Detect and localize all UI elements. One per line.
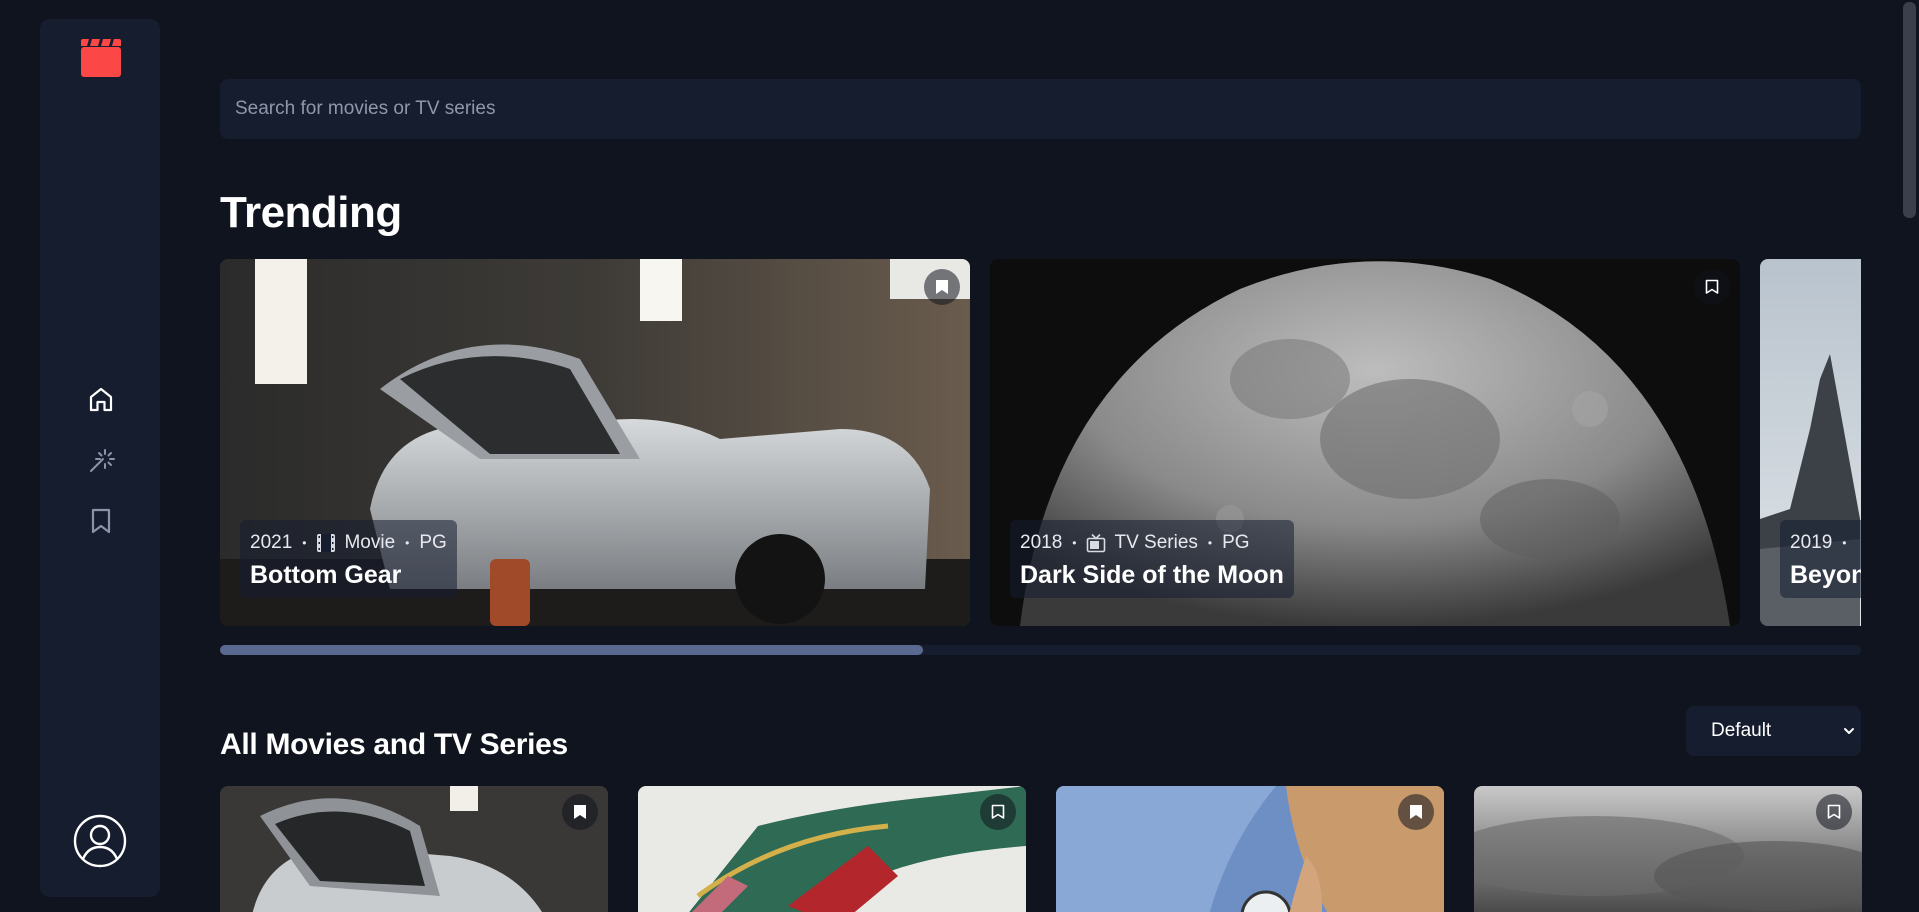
trending-card-meta: 2019 • (1790, 530, 1861, 556)
page-scrollbar-thumb[interactable] (1903, 2, 1916, 218)
all-media-heading: All Movies and TV Series (220, 728, 568, 761)
meta-separator: • (1207, 536, 1213, 550)
trending-card-info: 2018 • TV Series • PG Dark Side of the M… (1010, 520, 1294, 598)
sort-selected-value: Default (1711, 720, 1772, 741)
media-card[interactable] (220, 786, 608, 912)
meta-separator: • (1842, 536, 1847, 550)
bookmark-icon (91, 508, 111, 534)
magic-wand-icon (90, 449, 115, 472)
trending-scrollbar-thumb[interactable] (220, 645, 923, 655)
poster-image (638, 786, 1026, 912)
trending-card-meta: 2018 • TV Series • PG (1020, 530, 1284, 556)
trending-card-info: 2019 • Beyond Earth (1780, 520, 1861, 598)
sidebar-item-discover[interactable] (86, 445, 116, 475)
rating-label: PG (1222, 532, 1250, 553)
media-card[interactable] (638, 786, 1026, 912)
trending-card[interactable]: 2021 • Movie • PG Bottom Gear (220, 259, 970, 626)
search-input[interactable] (220, 79, 1861, 139)
trending-scrollbar[interactable] (220, 645, 1861, 655)
bookmark-toggle[interactable] (1398, 794, 1434, 830)
bookmark-filled-icon (1410, 805, 1422, 819)
poster-image (1056, 786, 1444, 912)
trending-card[interactable]: 2019 • Beyond Earth (1760, 259, 1861, 626)
meta-separator: • (1072, 536, 1077, 550)
poster-image (1474, 786, 1862, 912)
sidebar-item-home[interactable] (86, 384, 116, 414)
trending-carousel[interactable]: 2021 • Movie • PG Bottom Gear 2018 • TV … (220, 259, 1861, 626)
bookmark-toggle[interactable] (562, 794, 598, 830)
sort-select[interactable]: Default (1686, 706, 1861, 756)
page-scrollbar[interactable] (1900, 0, 1919, 912)
sidebar (40, 19, 160, 897)
trending-card-title: Dark Side of the Moon (1020, 561, 1284, 589)
tv-icon (1086, 533, 1106, 553)
trending-card-title: Bottom Gear (250, 561, 402, 589)
bookmark-empty-icon (991, 804, 1005, 819)
bookmark-filled-icon (936, 280, 948, 294)
trending-card-meta: 2021 • Movie • PG (250, 530, 447, 556)
trending-card-info: 2021 • Movie • PG Bottom Gear (240, 520, 457, 598)
bookmark-toggle[interactable] (1816, 794, 1852, 830)
sidebar-item-bookmarks[interactable] (86, 506, 116, 536)
meta-separator: • (302, 536, 307, 550)
chevron-down-icon (1844, 728, 1854, 734)
film-icon (316, 533, 336, 553)
user-avatar-icon (73, 814, 127, 868)
home-icon (89, 387, 113, 412)
trending-card-title: Beyond Earth (1790, 561, 1861, 589)
release-year: 2021 (250, 532, 293, 553)
clapperboard-logo-icon[interactable] (81, 37, 121, 77)
release-year: 2019 (1790, 532, 1833, 553)
media-card[interactable] (1056, 786, 1444, 912)
media-card[interactable] (1474, 786, 1862, 912)
bookmark-toggle[interactable] (924, 269, 960, 305)
bookmark-filled-icon (574, 805, 586, 819)
bookmark-empty-icon (1705, 279, 1719, 294)
trending-heading: Trending (220, 188, 402, 237)
rating-label: PG (419, 532, 447, 553)
release-year: 2018 (1020, 532, 1063, 553)
bookmark-empty-icon (1827, 804, 1841, 819)
poster-image (220, 786, 608, 912)
user-avatar[interactable] (73, 814, 127, 868)
bookmark-toggle[interactable] (980, 794, 1016, 830)
search-bar (220, 79, 1861, 139)
category-label: Movie (344, 532, 396, 553)
trending-card[interactable]: 2018 • TV Series • PG Dark Side of the M… (990, 259, 1740, 626)
meta-separator: • (405, 536, 410, 550)
category-label: TV Series (1114, 532, 1198, 553)
bookmark-toggle[interactable] (1694, 269, 1730, 305)
